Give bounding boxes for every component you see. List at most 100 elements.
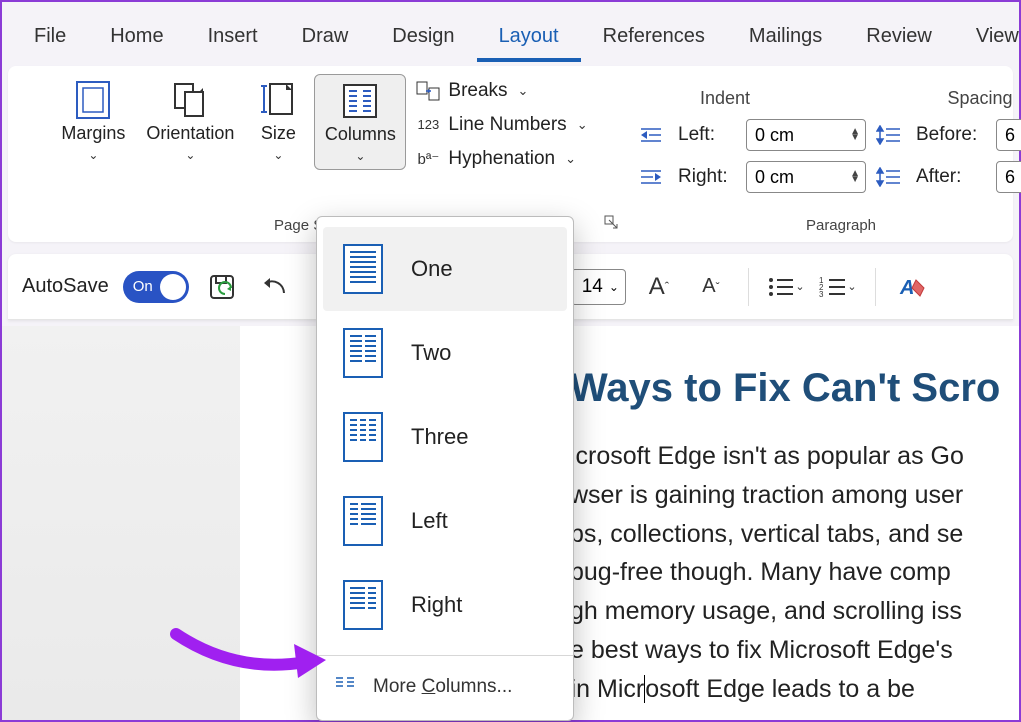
toggle-knob <box>160 274 186 300</box>
doc-line: e best ways to fix Microsoft Edge's <box>570 631 1019 670</box>
columns-dropdown: One Two Three Left Right More Columns... <box>316 216 574 721</box>
chevron-down-icon: ⌄ <box>185 148 195 162</box>
columns-two-icon <box>343 328 383 378</box>
line-numbers-button[interactable]: 123 Line Numbers ⌄ <box>416 114 587 136</box>
tab-draw[interactable]: Draw <box>280 13 371 62</box>
indent-left-value: 0 cm <box>755 125 847 146</box>
chevron-down-icon: ⌄ <box>518 83 529 99</box>
font-size-input[interactable]: 14 ⌄ <box>571 269 626 305</box>
divider <box>748 268 749 306</box>
tab-home[interactable]: Home <box>88 13 185 62</box>
breaks-button[interactable]: Breaks ⌄ <box>416 80 587 102</box>
page-setup-launcher[interactable] <box>604 215 620 234</box>
columns-one-label: One <box>411 256 453 282</box>
svg-text:3: 3 <box>819 290 824 298</box>
spacing-header: Spacing <box>916 88 1021 109</box>
columns-left-label: Left <box>411 508 448 534</box>
columns-button[interactable]: Columns ⌄ <box>314 74 406 170</box>
spacing-before-input[interactable]: 6 pt <box>996 119 1021 151</box>
columns-label: Columns <box>325 125 396 145</box>
doc-line: icrosoft Edge isn't as popular as Go <box>570 437 1019 476</box>
increase-font-icon[interactable]: Aˆ <box>640 268 678 306</box>
styles-icon[interactable]: A <box>894 268 932 306</box>
size-icon <box>256 80 300 120</box>
chevron-down-icon: ⌄ <box>565 151 576 167</box>
spacing-after-value: 6 pt <box>1005 167 1021 188</box>
tab-references[interactable]: References <box>581 13 727 62</box>
more-columns-label: More Columns... <box>373 676 512 698</box>
orientation-icon <box>168 80 212 120</box>
orientation-button[interactable]: Orientation ⌄ <box>138 74 242 168</box>
hyphenation-button[interactable]: bª⁻ Hyphenation ⌄ <box>416 148 587 170</box>
columns-three[interactable]: Three <box>323 395 567 479</box>
size-button[interactable]: Size ⌄ <box>242 74 314 168</box>
indent-right-label: Right: <box>678 166 736 188</box>
undo-icon[interactable] <box>255 268 293 306</box>
columns-left-icon <box>343 496 383 546</box>
chevron-down-icon: ⌄ <box>355 149 365 163</box>
more-columns-icon <box>335 676 357 698</box>
indent-right-icon <box>638 167 664 187</box>
columns-one-icon <box>343 244 383 294</box>
columns-two[interactable]: Two <box>323 311 567 395</box>
line-numbers-label: Line Numbers <box>448 114 566 136</box>
spacing-after-label: After: <box>916 166 986 188</box>
spacing-before-label: Before: <box>916 124 986 146</box>
indent-left-input[interactable]: 0 cm▲▼ <box>746 119 866 151</box>
columns-three-icon <box>343 412 383 462</box>
spacing-before-icon <box>876 125 902 145</box>
annotation-arrow <box>166 604 336 689</box>
tab-file[interactable]: File <box>12 13 88 62</box>
tab-design[interactable]: Design <box>370 13 476 62</box>
doc-line: bug-free though. Many have comp <box>570 553 1019 592</box>
columns-right[interactable]: Right <box>323 563 567 647</box>
save-icon[interactable] <box>203 268 241 306</box>
hyphenation-icon: bª⁻ <box>416 149 440 169</box>
numbered-list-icon[interactable]: 123⌄ <box>819 268 857 306</box>
doc-line: gh memory usage, and scrolling iss <box>570 592 1019 631</box>
breaks-icon <box>416 81 440 101</box>
tab-insert[interactable]: Insert <box>186 13 280 62</box>
indent-left-label: Left: <box>678 124 736 146</box>
paragraph-group-label: Paragraph <box>806 217 876 238</box>
tab-layout[interactable]: Layout <box>477 13 581 62</box>
tab-strip: File Home Insert Draw Design Layout Refe… <box>2 2 1019 62</box>
spinner-arrows-icon[interactable]: ▲▼ <box>847 171 863 183</box>
breaks-label: Breaks <box>448 80 507 102</box>
autosave-state: On <box>133 278 153 295</box>
margins-label: Margins <box>61 124 125 144</box>
autosave-toggle[interactable]: On <box>123 271 189 303</box>
line-numbers-icon: 123 <box>416 115 440 135</box>
columns-two-label: Two <box>411 340 451 366</box>
columns-three-label: Three <box>411 424 468 450</box>
columns-one[interactable]: One <box>323 227 567 311</box>
tab-mailings[interactable]: Mailings <box>727 13 844 62</box>
chevron-down-icon: ⌄ <box>273 148 283 162</box>
margins-icon <box>71 80 115 120</box>
group-page-setup: Margins ⌄ Orientation ⌄ Size ⌄ <box>20 74 626 238</box>
indent-right-value: 0 cm <box>755 167 847 188</box>
indent-right-input[interactable]: 0 cm▲▼ <box>746 161 866 193</box>
margins-button[interactable]: Margins ⌄ <box>48 74 138 168</box>
tab-view[interactable]: View <box>954 13 1021 62</box>
indent-left-icon <box>638 125 664 145</box>
bullet-list-icon[interactable]: ⌄ <box>767 268 805 306</box>
columns-left[interactable]: Left <box>323 479 567 563</box>
spacing-after-icon <box>876 167 902 187</box>
chevron-down-icon: ⌄ <box>88 148 98 162</box>
columns-right-icon <box>343 580 383 630</box>
autosave-label: AutoSave <box>22 275 109 298</box>
spacing-after-input[interactable]: 6 pt <box>996 161 1021 193</box>
group-paragraph: Indent Spacing Left: 0 cm▲▼ Before: 6 pt… <box>626 74 1021 238</box>
chevron-down-icon: ⌄ <box>577 117 588 133</box>
more-columns[interactable]: More Columns... <box>317 660 573 714</box>
font-size-value: 14 <box>582 276 603 298</box>
tab-review[interactable]: Review <box>844 13 954 62</box>
size-label: Size <box>261 124 296 144</box>
page-setup-stack: Breaks ⌄ 123 Line Numbers ⌄ bª⁻ Hyphenat… <box>406 74 597 170</box>
spinner-arrows-icon[interactable]: ▲▼ <box>847 129 863 141</box>
decrease-font-icon[interactable]: Aˇ <box>692 268 730 306</box>
doc-line: bs, collections, vertical tabs, and se <box>570 515 1019 554</box>
columns-right-label: Right <box>411 592 462 618</box>
indent-header: Indent <box>678 88 866 109</box>
